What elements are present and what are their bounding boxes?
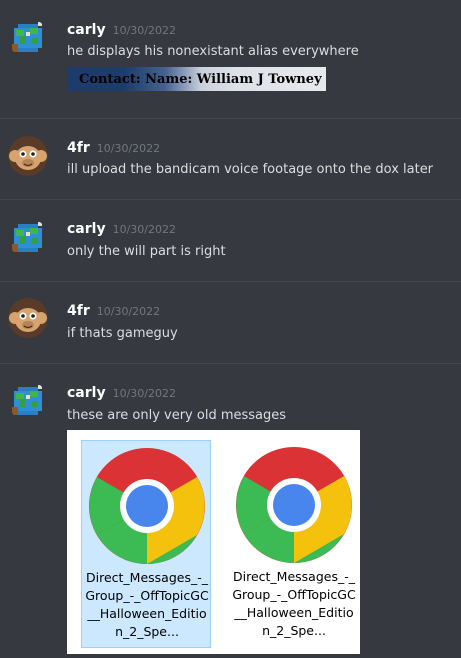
file-item[interactable]: Direct_Messages_-_Group_-_OffTopicGC__Ha…	[229, 440, 359, 648]
message-2: 4fr 10/30/2022 ill upload the bandicam v…	[0, 119, 461, 199]
message-4: 4fr 10/30/2022 if thats gameguy	[0, 282, 461, 363]
message-text: only the will part is right	[67, 244, 226, 259]
author-name[interactable]: carly	[67, 385, 106, 401]
message-text: if thats gameguy	[67, 326, 178, 341]
avatar[interactable]	[8, 18, 48, 58]
author-name[interactable]: 4fr	[67, 140, 90, 156]
attachment-image[interactable]: Direct_Messages_-_Group_-_OffTopicGC__Ha…	[67, 430, 360, 654]
timestamp: 10/30/2022	[112, 24, 176, 37]
message-text: he displays his nonexistant alias everyw…	[67, 44, 359, 59]
monkey-avatar-icon	[8, 136, 48, 176]
embedded-image[interactable]: Contact: Name: William J Towney	[67, 67, 326, 91]
avatar[interactable]	[8, 218, 48, 258]
avatar[interactable]	[8, 136, 48, 176]
chrome-icon	[87, 446, 207, 566]
globe-avatar-icon	[8, 18, 48, 58]
timestamp: 10/30/2022	[96, 305, 161, 318]
author-name[interactable]: 4fr	[67, 303, 90, 319]
timestamp: 10/30/2022	[112, 223, 176, 236]
chrome-icon	[234, 445, 354, 565]
timestamp: 10/30/2022	[96, 142, 161, 155]
author-name[interactable]: carly	[67, 22, 106, 38]
file-name: Direct_Messages_-_Group_-_OffTopicGC__Ha…	[232, 569, 356, 638]
file-item-selected[interactable]: Direct_Messages_-_Group_-_OffTopicGC__Ha…	[81, 440, 211, 648]
avatar[interactable]	[8, 298, 48, 338]
file-name: Direct_Messages_-_Group_-_OffTopicGC__Ha…	[85, 570, 209, 639]
monkey-avatar-icon	[8, 298, 48, 338]
message-3: carly 10/30/2022 only the will part is r…	[0, 200, 461, 281]
embedded-image-text: Contact: Name: William J Towney	[79, 71, 322, 87]
message-text: these are only very old messages	[67, 408, 287, 423]
avatar[interactable]	[8, 381, 48, 421]
message-text: ill upload the bandicam voice footage on…	[67, 162, 434, 177]
globe-avatar-icon	[8, 218, 48, 258]
globe-avatar-icon	[8, 381, 48, 421]
author-name[interactable]: carly	[67, 221, 106, 237]
timestamp: 10/30/2022	[112, 387, 176, 400]
message-1: carly 10/30/2022 he displays his nonexis…	[0, 0, 461, 118]
